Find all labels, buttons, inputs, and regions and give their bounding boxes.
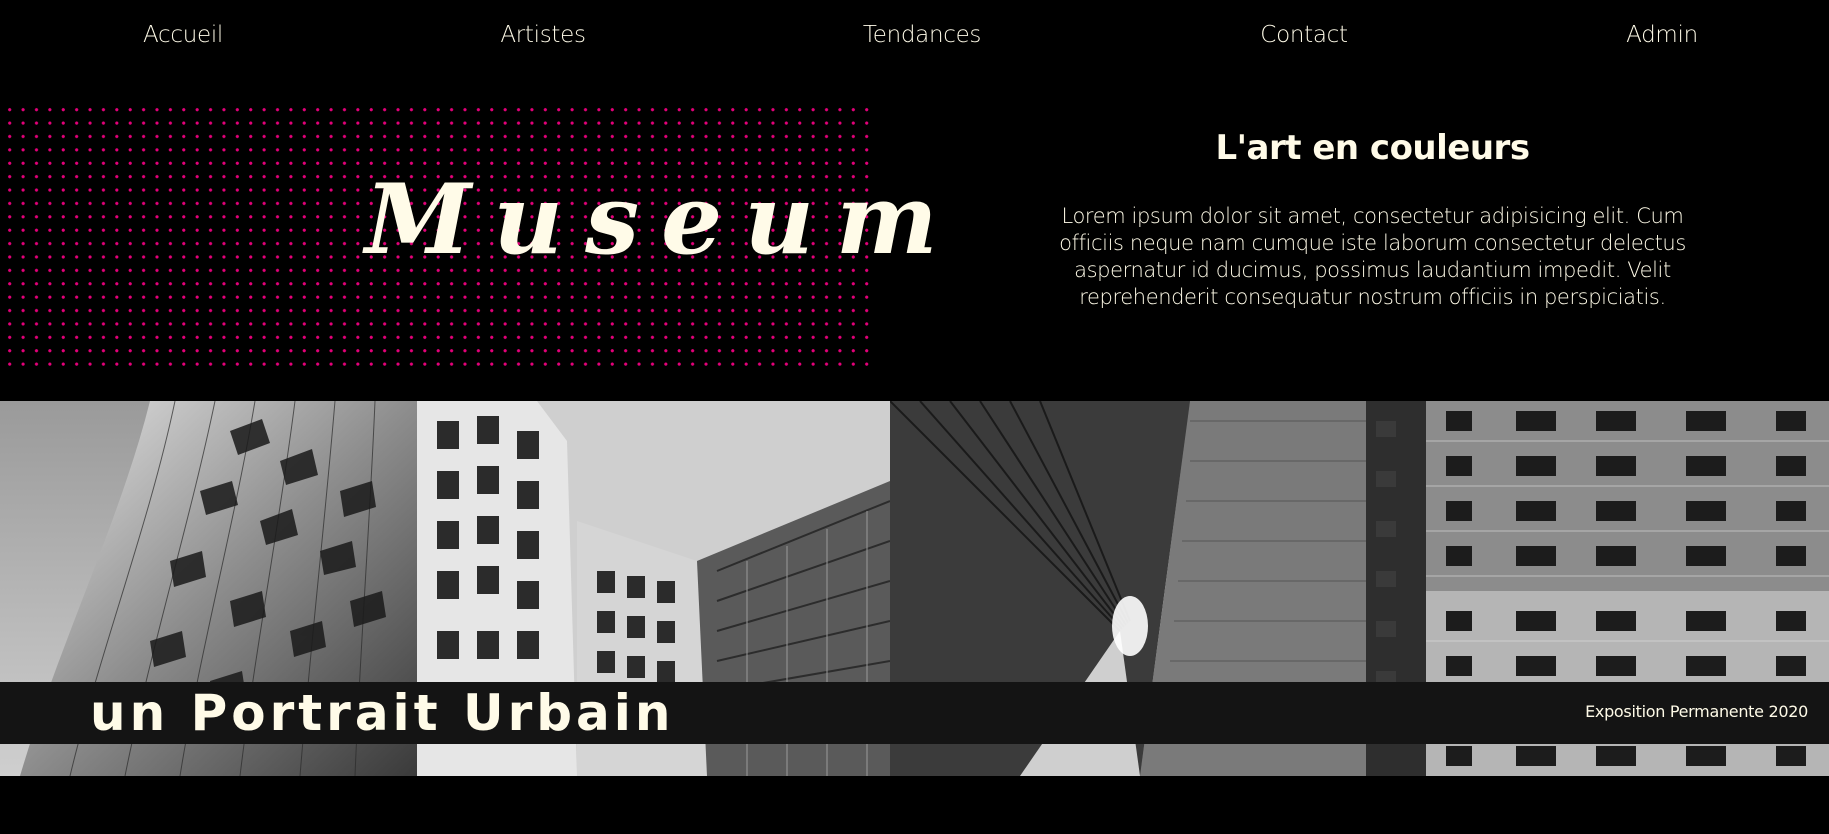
nav-link-artistes[interactable]: Artistes xyxy=(500,18,586,52)
nav-link-tendances[interactable]: Tendances xyxy=(863,18,982,52)
site-title: Museum xyxy=(365,163,960,276)
nav-link-contact[interactable]: Contact xyxy=(1260,18,1348,52)
main-nav: Accueil Artistes Tendances Contact Admin xyxy=(0,0,1829,70)
nav-link-admin[interactable]: Admin xyxy=(1626,18,1698,52)
exhibition-subtitle: Exposition Permanente 2020 xyxy=(1585,702,1808,721)
nav-link-accueil[interactable]: Accueil xyxy=(143,18,223,52)
hero-description: Lorem ipsum dolor sit amet, consectetur … xyxy=(1059,204,1686,309)
hero-heading: L'art en couleurs xyxy=(1215,128,1530,168)
gallery-title: un Portrait Urbain xyxy=(90,684,675,742)
